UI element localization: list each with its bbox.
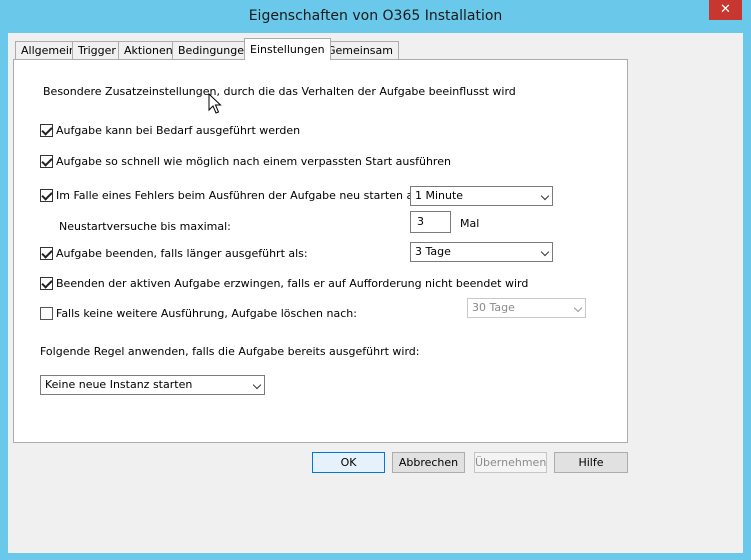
tab-trigger[interactable]: Trigger (72, 41, 122, 59)
delete-after-label[interactable]: Falls keine weitere Ausführung, Aufgabe … (56, 307, 357, 320)
tab-label: Trigger (78, 44, 116, 57)
delete-duration-value: 30 Tage (472, 301, 515, 314)
tab-label: Bedingungen (178, 44, 251, 57)
restart-interval-value: 1 Minute (415, 189, 464, 202)
rule-select[interactable]: Keine neue Instanz starten (40, 375, 265, 395)
chevron-down-icon (573, 303, 583, 313)
delete-after-checkbox[interactable] (40, 307, 53, 320)
chevron-down-icon (540, 191, 550, 201)
missed-start-checkbox[interactable] (40, 155, 53, 168)
apply-button: Übernehmen (474, 452, 547, 473)
stop-duration-select[interactable]: 3 Tage (410, 242, 553, 262)
missed-start-label[interactable]: Aufgabe so schnell wie möglich nach eine… (56, 155, 451, 168)
tab-gemeinsam[interactable]: Gemeinsam (321, 41, 399, 59)
on-demand-label[interactable]: Aufgabe kann bei Bedarf ausgeführt werde… (56, 124, 300, 137)
rule-label: Folgende Regel anwenden, falls die Aufga… (40, 345, 420, 358)
restart-attempts-input[interactable]: 3 (410, 211, 451, 233)
stop-duration-value: 3 Tage (415, 245, 451, 258)
tab-label: Allgemein (21, 44, 76, 57)
restart-on-fail-checkbox[interactable] (40, 189, 53, 202)
close-icon: ✕ (720, 2, 731, 17)
ok-button[interactable]: OK (312, 452, 385, 473)
force-stop-checkbox[interactable] (40, 277, 53, 290)
tab-label: Einstellungen (250, 43, 325, 56)
tab-aktionen[interactable]: Aktionen (118, 41, 179, 59)
dialog-body: Allgemein Trigger Aktionen Bedingungen E… (8, 33, 743, 553)
on-demand-checkbox[interactable] (40, 124, 53, 137)
close-button[interactable]: ✕ (709, 0, 742, 20)
stop-if-runs-longer-label[interactable]: Aufgabe beenden, falls länger ausgeführt… (56, 247, 308, 260)
tab-label: Aktionen (124, 44, 173, 57)
delete-duration-select: 30 Tage (467, 298, 586, 318)
stop-if-runs-longer-checkbox[interactable] (40, 247, 53, 260)
title-bar: Eigenschaften von O365 Installation ✕ (0, 0, 751, 33)
chevron-down-icon (540, 247, 550, 257)
window-title: Eigenschaften von O365 Installation (248, 8, 503, 24)
force-stop-label[interactable]: Beenden der aktiven Aufgabe erzwingen, f… (56, 277, 528, 290)
restart-interval-select[interactable]: 1 Minute (410, 186, 553, 206)
description-text: Besondere Zusatzeinstellungen, durch die… (43, 85, 516, 98)
rule-value: Keine neue Instanz starten (45, 378, 193, 391)
restart-on-fail-label[interactable]: Im Falle eines Fehlers beim Ausführen de… (56, 189, 430, 202)
chevron-down-icon (252, 380, 262, 390)
restart-attempts-unit: Mal (460, 217, 480, 230)
cancel-button[interactable]: Abbrechen (392, 452, 465, 473)
tab-label: Gemeinsam (327, 44, 393, 57)
tab-einstellungen[interactable]: Einstellungen (244, 38, 331, 60)
help-button[interactable]: Hilfe (554, 452, 628, 473)
mouse-cursor-icon (208, 93, 222, 114)
settings-panel: Besondere Zusatzeinstellungen, durch die… (13, 59, 628, 443)
restart-attempts-label: Neustartversuche bis maximal: (59, 220, 231, 233)
